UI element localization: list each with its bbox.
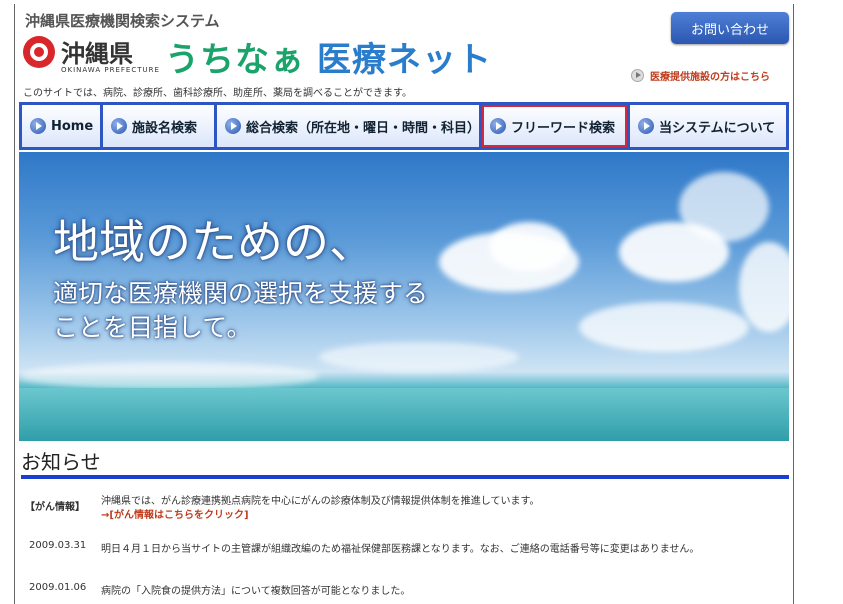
nav-label: 総合検索（所在地・曜日・時間・科目）	[246, 120, 481, 136]
news-text: 明日４月１日から当サイトの主管課が組織改編のため福祉保健部医務課となります。なお…	[101, 544, 700, 555]
nav-label: 施設名検索	[132, 120, 198, 136]
cloud	[319, 342, 519, 372]
cancer-info-link[interactable]: →[がん情報はこちらをクリック]	[101, 506, 249, 521]
logo-subtext: OKINAWA PREFECTURE	[61, 66, 160, 74]
arrow-right-icon	[490, 118, 506, 134]
site-brand[interactable]: うちなぁ 医療ネット	[165, 32, 492, 81]
nav-about[interactable]: 当システムについて	[630, 105, 786, 147]
news-text: 沖縄県では、がん診療連携拠点病院を中心にがんの診療体制及び情報提供体制を推進して…	[101, 496, 540, 507]
hero-subtitle-line1: 適切な医療機関の選択を支援する	[53, 279, 429, 308]
arrow-right-icon	[30, 118, 46, 134]
arrow-right-icon	[111, 118, 127, 134]
arrow-right-icon	[638, 118, 654, 134]
news-tag: 【がん情報】	[25, 502, 85, 513]
cloud	[739, 242, 789, 332]
hero-subtitle-line2: ことを目指して。	[53, 313, 252, 342]
news-item: 2009.03.31 明日４月１日から当サイトの主管課が組織改編のため福祉保健部…	[23, 540, 783, 555]
main-nav: Home 施設名検索 総合検索（所在地・曜日・時間・科目） フリーワード検索 当…	[19, 102, 789, 150]
provider-link-label: 医療提供施設の方はこちら	[650, 72, 770, 83]
arrow-right-icon	[225, 118, 241, 134]
hero-banner: 地域のための、 適切な医療機関の選択を支援する ことを目指して。	[19, 152, 789, 441]
page-container: 沖縄県医療機関検索システム 沖縄県 OKINAWA PREFECTURE うちな…	[14, 4, 794, 604]
news-heading: お知らせ	[21, 450, 101, 474]
sea	[19, 388, 789, 441]
news-item: 2009.01.06 病院の「入院食の提供方法」について複数回答が可能となりまし…	[23, 582, 783, 597]
system-title: 沖縄県医療機関検索システム	[25, 12, 220, 30]
nav-facility-search[interactable]: 施設名検索	[103, 105, 214, 147]
news-item: 【がん情報】 沖縄県では、がん診療連携拠点病院を中心にがんの診療体制及び情報提供…	[23, 492, 783, 522]
cloud	[19, 362, 319, 390]
play-icon	[631, 69, 644, 82]
news-date: 2009.01.06	[29, 582, 87, 593]
site-tagline: このサイトでは、病院、診療所、歯科診療所、助産所、薬局を調べることができます。	[23, 88, 412, 99]
news-divider	[21, 475, 789, 479]
cloud	[489, 222, 569, 272]
brand-part2: 医療ネット	[317, 40, 492, 80]
prefecture-logo[interactable]: 沖縄県 OKINAWA PREFECTURE	[23, 36, 163, 82]
nav-label: フリーワード検索	[511, 120, 616, 136]
nav-home[interactable]: Home	[22, 105, 100, 147]
news-text: 病院の「入院食の提供方法」について複数回答が可能となりました。	[101, 586, 411, 597]
nav-advanced-search[interactable]: 総合検索（所在地・曜日・時間・科目）	[217, 105, 481, 147]
contact-button[interactable]: お問い合わせ	[671, 12, 789, 44]
cloud	[679, 172, 769, 242]
provider-link[interactable]: 医療提供施設の方はこちら	[631, 68, 770, 83]
logo-text: 沖縄県	[61, 39, 133, 68]
nav-label: 当システムについて	[659, 120, 776, 136]
prefecture-emblem-icon	[23, 36, 55, 68]
hero-title: 地域のための、	[53, 215, 375, 269]
nav-label: Home	[51, 118, 94, 134]
cloud	[579, 302, 749, 352]
nav-freeword-search[interactable]: フリーワード検索	[482, 105, 627, 147]
brand-part1: うちなぁ	[165, 40, 305, 80]
news-date: 2009.03.31	[29, 540, 87, 551]
